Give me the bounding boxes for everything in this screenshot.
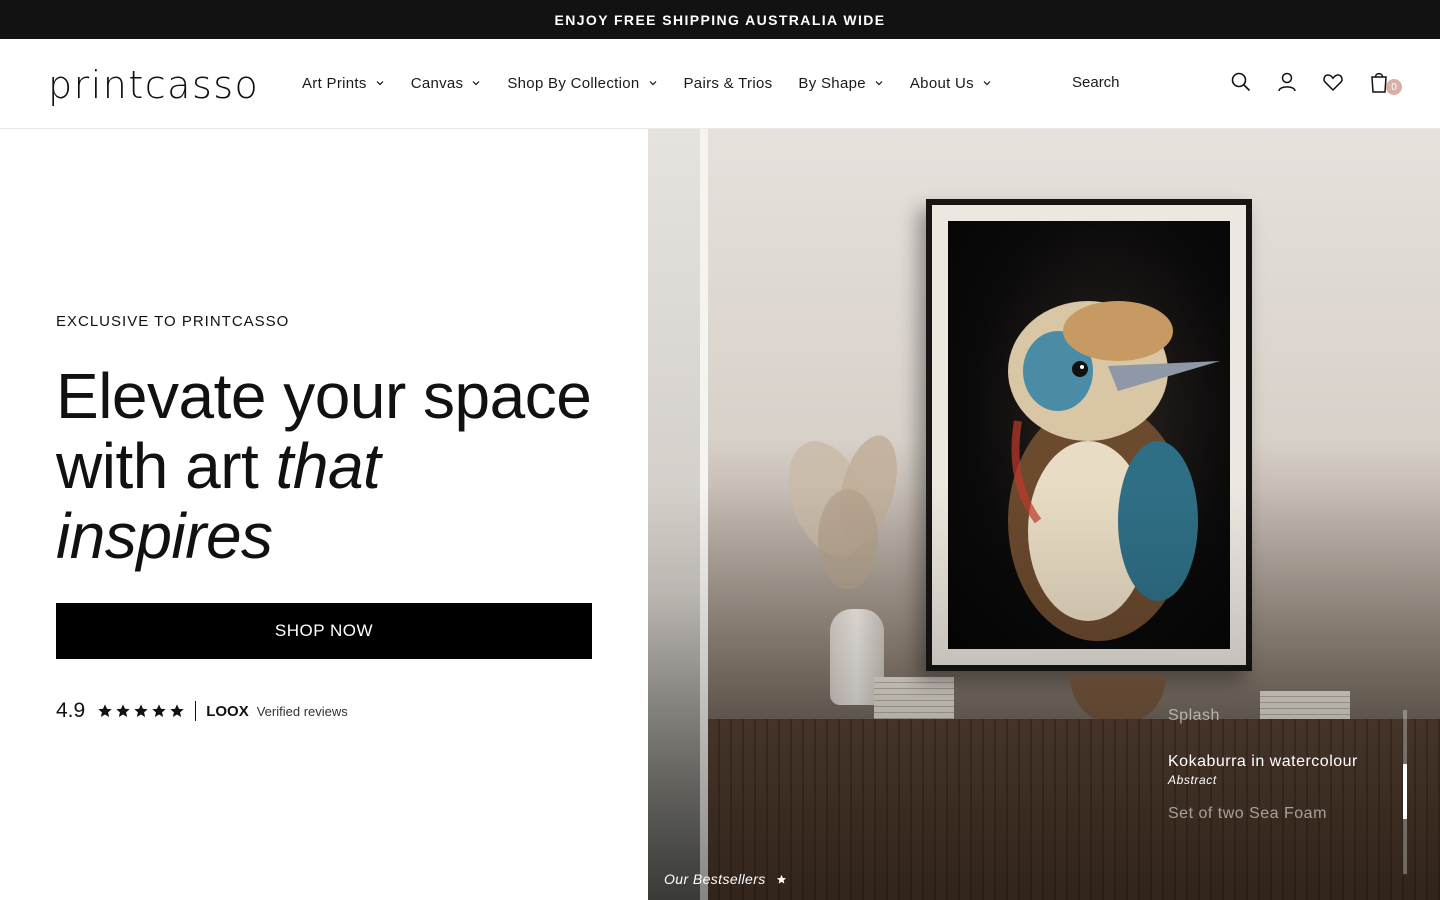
slide-item-next[interactable]: Set of two Sea Foam — [1168, 805, 1408, 823]
headline-italic-1: that — [275, 430, 381, 502]
chevron-down-icon — [649, 81, 656, 86]
star-icon — [776, 874, 786, 884]
search-input[interactable]: Search — [1072, 74, 1120, 91]
search-button[interactable] — [1228, 69, 1254, 95]
slider-progress-thumb[interactable] — [1403, 764, 1407, 819]
account-button[interactable] — [1274, 69, 1300, 95]
slide-item-current-title[interactable]: Kokaburra in watercolour — [1168, 753, 1408, 771]
divider — [195, 701, 197, 721]
nav-label: By Shape — [798, 74, 866, 92]
star-icon — [98, 704, 112, 717]
cart-count-badge: 0 — [1386, 79, 1402, 95]
nav-canvas[interactable]: Canvas — [411, 72, 482, 94]
wishlist-button[interactable] — [1320, 69, 1346, 95]
nav-by-shape[interactable]: By Shape — [798, 72, 883, 94]
nav-art-prints[interactable]: Art Prints — [302, 72, 385, 94]
slide-item-prev[interactable]: Splash — [1168, 707, 1408, 725]
account-icon — [1278, 72, 1296, 92]
brand-logo[interactable]: printcasso — [48, 63, 259, 107]
search-icon — [1231, 72, 1251, 92]
site-header: printcasso Art Prints Canvas Shop By Col… — [0, 39, 1440, 129]
main-nav: Art Prints Canvas Shop By Collection Pai… — [302, 72, 1018, 94]
nav-about-us[interactable]: About Us — [910, 72, 992, 94]
nav-pairs-trios[interactable]: Pairs & Trios — [684, 72, 773, 94]
chevron-down-icon — [875, 81, 883, 86]
star-icon — [116, 704, 130, 717]
nav-label: About Us — [909, 74, 974, 92]
headline-line-2: with art — [56, 430, 276, 502]
nav-label: Shop By Collection — [507, 74, 640, 92]
star-icon — [152, 704, 166, 717]
shop-now-button[interactable]: SHOP NOW — [56, 603, 592, 659]
slide-item-current-category: Abstract — [1168, 773, 1217, 787]
rating-value: 4.9 — [56, 699, 86, 722]
header-actions: 0 — [1228, 69, 1402, 95]
headline-italic-2: inspires — [56, 500, 273, 572]
announcement-bar: ENJOY FREE SHIPPING AUSTRALIA WIDE — [0, 0, 1440, 39]
chevron-down-icon — [376, 81, 384, 86]
nav-shop-by-collection[interactable]: Shop By Collection — [507, 72, 657, 94]
announcement-text: ENJOY FREE SHIPPING AUSTRALIA WIDE — [554, 11, 886, 28]
nav-label: Pairs & Trios — [683, 74, 773, 92]
hero-headline: Elevate your space with art that inspire… — [56, 361, 616, 571]
chevron-down-icon — [983, 81, 991, 86]
cart-button[interactable]: 0 — [1366, 69, 1402, 95]
star-icon — [170, 704, 184, 717]
hero-eyebrow: EXCLUSIVE TO PRINTCASSO — [56, 313, 290, 330]
loox-logo: LOOX — [206, 702, 249, 720]
hero-image-slider: Splash Kokaburra in watercolour Abstract… — [648, 129, 1440, 900]
reviews-summary[interactable]: 4.9 LOOX Verified reviews — [56, 699, 348, 723]
star-icon — [134, 704, 148, 717]
verified-reviews-label: Verified reviews — [256, 703, 348, 719]
rating-stars — [97, 703, 185, 719]
bestsellers-link[interactable]: Our Bestsellers — [664, 871, 787, 887]
nav-label: Art Prints — [302, 74, 367, 92]
hero-content: EXCLUSIVE TO PRINTCASSO Elevate your spa… — [0, 129, 648, 900]
nav-label: Canvas — [410, 74, 464, 92]
heart-icon — [1323, 74, 1343, 92]
chevron-down-icon — [472, 81, 480, 86]
slide-list: Splash Kokaburra in watercolour Abstract… — [1168, 707, 1408, 823]
bestsellers-label: Our Bestsellers — [664, 871, 766, 887]
headline-line-1: Elevate your space — [56, 360, 592, 432]
